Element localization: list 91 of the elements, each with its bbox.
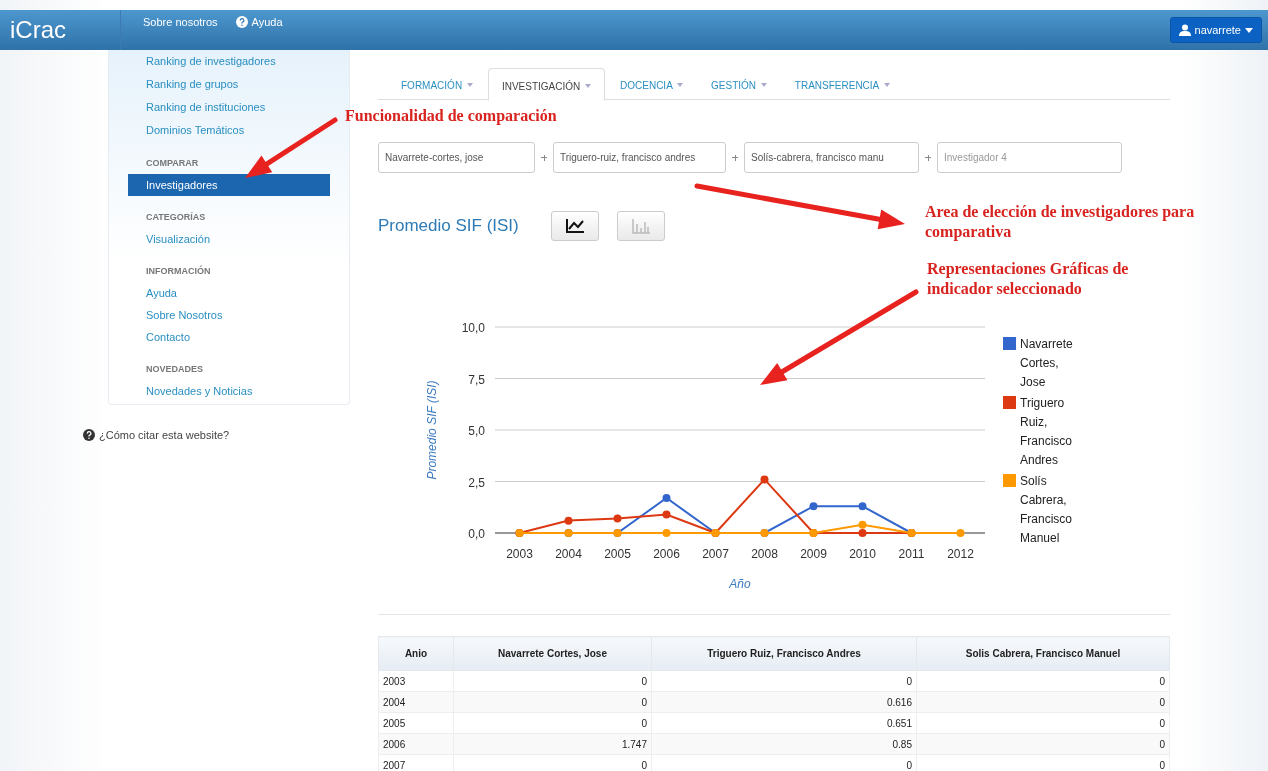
sidebar-heading: NOVEDADES: [145, 363, 204, 376]
sidebar-item[interactable]: Novedades y Noticias: [109, 380, 349, 402]
data-point: [809, 502, 818, 511]
x-tick-label: 2012: [947, 547, 974, 561]
table-cell: 0.651: [651, 712, 917, 734]
data-point: [662, 529, 671, 537]
data-point: [613, 514, 622, 523]
tab[interactable]: DOCENCIA: [607, 68, 697, 99]
annotation-text: Area de elección de investigadores para comparativa: [925, 202, 1195, 242]
sidebar-item[interactable]: Contacto: [109, 326, 349, 348]
user-menu-button[interactable]: navarrete: [1169, 17, 1262, 43]
column-header: Solis Cabrera, Francisco Manuel: [916, 636, 1170, 671]
table-cell: 2005: [378, 712, 454, 734]
sidebar-item[interactable]: Visualización: [109, 228, 349, 250]
cite-link[interactable]: ¿Cómo citar esta website?: [99, 429, 230, 441]
x-tick-label: 2011: [898, 547, 925, 561]
table-cell: 0: [651, 670, 917, 692]
column-header: Triguero Ruiz, Francisco Andres: [651, 636, 917, 671]
table-cell: 2003: [378, 670, 454, 692]
table-cell: 0: [916, 691, 1170, 713]
sidebar-heading: CATEGORÍAS: [145, 211, 207, 224]
table-cell: 1.747: [453, 733, 652, 755]
sidebar-item[interactable]: Ranking de grupos: [109, 73, 349, 96]
x-tick-label: 2003: [506, 547, 533, 561]
table-cell: 0: [453, 691, 652, 713]
tab[interactable]: FORMACIÓN: [388, 68, 486, 99]
legend-label: Navarrete Cortes, Jose: [1020, 337, 1073, 389]
tab[interactable]: TRANSFERENCIA: [781, 68, 903, 99]
y-axis-title: Promedio SIF (ISI): [425, 380, 439, 480]
sidebar-item[interactable]: Ranking de investigadores: [109, 50, 349, 73]
table-cell: 0: [916, 670, 1170, 692]
nav-link[interactable]: Ayuda: [235, 16, 283, 28]
line-chart-icon: [564, 218, 585, 234]
x-tick-label: 2010: [849, 547, 876, 561]
table-cell: 2007: [378, 754, 454, 771]
legend-label: Solís Cabrera, Francisco Manuel: [1020, 474, 1072, 545]
data-point: [858, 502, 867, 511]
table-cell: 0: [453, 712, 652, 734]
data-point: [564, 516, 573, 525]
researcher-field[interactable]: Navarrete-cortes, jose: [378, 142, 535, 173]
help-icon: [83, 429, 95, 441]
plus-icon: [541, 154, 547, 161]
y-tick-label: 5,0: [468, 424, 485, 438]
data-point: [760, 475, 769, 484]
x-tick-label: 2005: [604, 547, 631, 561]
user-icon: [1178, 24, 1191, 36]
sidebar-item[interactable]: Ayuda: [109, 282, 349, 304]
x-axis-title: Año: [729, 577, 751, 591]
tab[interactable]: GESTIÓN: [698, 68, 780, 99]
sidebar-heading: INFORMACIÓN: [145, 264, 212, 278]
researcher-field[interactable]: Solís-cabrera, francisco manu: [744, 142, 919, 173]
researcher-field[interactable]: Triguero-ruiz, francisco andres: [553, 142, 726, 173]
y-tick-label: 0,0: [468, 527, 485, 541]
y-tick-label: 7,5: [468, 372, 485, 387]
legend-label: Triguero Ruiz, Francisco Andres: [1020, 396, 1072, 467]
nav-link[interactable]: Sobre nosotros: [143, 16, 218, 28]
table-cell: 0: [453, 670, 652, 692]
table-cell: 2006: [378, 733, 454, 755]
x-tick-label: 2009: [800, 547, 827, 561]
sidebar-item[interactable]: Sobre Nosotros: [109, 304, 349, 326]
data-point: [662, 494, 671, 502]
annotation-text: Funcionalidad de comparación: [345, 106, 558, 126]
x-tick-label: 2006: [653, 547, 680, 561]
help-icon: [235, 16, 248, 28]
sidebar-heading: COMPARAR: [145, 157, 200, 170]
table-cell: 2004: [378, 691, 454, 713]
table-cell: 0: [916, 733, 1170, 755]
tab[interactable]: INVESTIGACIÓN: [487, 68, 605, 101]
sidebar-item[interactable]: Investigadores: [128, 174, 330, 196]
table-cell: 0.616: [651, 691, 917, 713]
bar-chart-icon: [630, 218, 651, 234]
plus-icon: [925, 154, 931, 161]
y-tick-label: 2,5: [468, 475, 485, 490]
researcher-field[interactable]: Investigador 4: [937, 142, 1122, 173]
table-cell: 0.85: [651, 733, 917, 755]
x-tick-label: 2004: [555, 547, 582, 561]
y-tick-label: 10,0: [461, 321, 485, 335]
data-point: [858, 520, 867, 529]
caret-icon: [1245, 27, 1253, 33]
indicator-title: Promedio SIF (ISI): [378, 216, 519, 236]
chart-type-button[interactable]: [550, 211, 599, 241]
table-cell: 0: [916, 712, 1170, 734]
data-point: [662, 510, 671, 519]
annotation-text: Representaciones Gráficas de indicador seleccionado: [927, 259, 1130, 299]
brand-logo[interactable]: iCrac: [0, 16, 120, 44]
x-tick-label: 2007: [702, 547, 729, 561]
column-header: Anio: [378, 636, 454, 671]
plus-icon: [732, 154, 738, 161]
x-tick-label: 2008: [751, 547, 778, 561]
column-header: Navarrete Cortes, Jose: [453, 636, 652, 671]
data-point: [956, 529, 965, 537]
